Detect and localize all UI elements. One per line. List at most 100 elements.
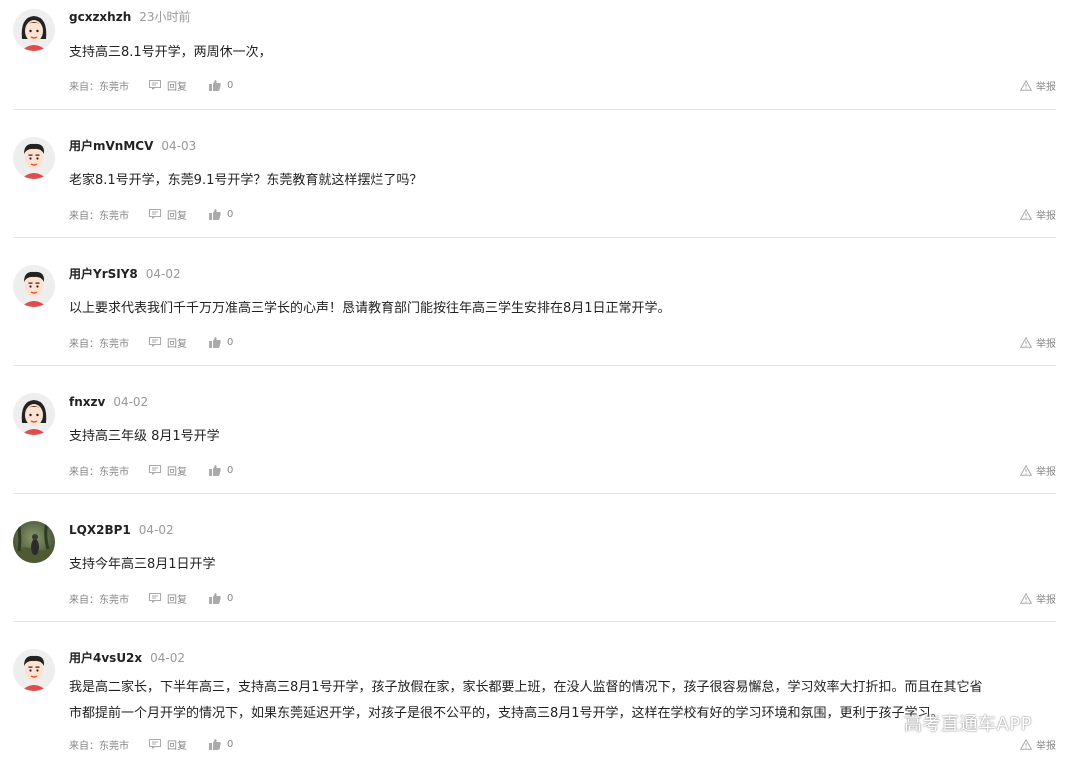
warning-icon bbox=[1020, 738, 1032, 750]
reply-button[interactable]: 回复 bbox=[149, 207, 187, 222]
comment-line: 以上要求代表我们千千万万准高三学长的心声！恳请教育部门能按往年高三学生安排在8月… bbox=[69, 301, 671, 316]
reply-label: 回复 bbox=[167, 594, 187, 606]
like-count: 0 bbox=[227, 208, 234, 220]
username[interactable]: fnxzv bbox=[69, 395, 105, 409]
comment-item: gcxzxhzh 23小时前 支持高三8.1号开学，两周休一次， 来自：东莞市 回… bbox=[13, 0, 1056, 110]
like-button[interactable]: 0 bbox=[209, 464, 234, 476]
comment-item: fnxzv 04-02 支持高三年级 8月1号开学 来自：东莞市 回复 0 举报 bbox=[13, 366, 1056, 494]
location-text: 来自：东莞市 bbox=[69, 81, 129, 93]
comment-text: 支持今年高三8月1日开学 bbox=[69, 552, 1059, 578]
reply-button[interactable]: 回复 bbox=[149, 335, 187, 350]
male-avatar-icon[interactable] bbox=[13, 649, 55, 691]
male-avatar-icon[interactable] bbox=[13, 265, 55, 307]
thumbs-up-icon bbox=[209, 79, 221, 91]
location-text: 来自：东莞市 bbox=[69, 740, 129, 752]
report-button[interactable]: 举报 bbox=[1020, 737, 1056, 752]
warning-icon bbox=[1020, 464, 1032, 476]
comment-header: gcxzxhzh 23小时前 bbox=[69, 9, 191, 25]
like-button[interactable]: 0 bbox=[209, 208, 234, 220]
female-avatar-icon[interactable] bbox=[13, 9, 55, 51]
comment-list: gcxzxhzh 23小时前 支持高三8.1号开学，两周休一次， 来自：东莞市 回… bbox=[0, 0, 1080, 764]
female-avatar-icon[interactable] bbox=[13, 393, 55, 435]
location-text: 来自：东莞市 bbox=[69, 466, 129, 478]
comment-time: 04-02 bbox=[145, 267, 181, 281]
reply-label: 回复 bbox=[167, 466, 187, 478]
comment-meta: 来自：东莞市 回复 0 bbox=[69, 335, 255, 350]
report-button[interactable]: 举报 bbox=[1020, 335, 1056, 350]
comment-text: 支持高三8.1号开学，两周休一次， bbox=[69, 40, 1059, 66]
comment-line: 支持高三年级 8月1号开学 bbox=[69, 429, 220, 444]
like-button[interactable]: 0 bbox=[209, 592, 233, 604]
report-button[interactable]: 举报 bbox=[1020, 463, 1056, 478]
like-count: 0 bbox=[227, 464, 234, 476]
thumbs-up-icon bbox=[209, 464, 221, 476]
report-button[interactable]: 举报 bbox=[1020, 591, 1056, 606]
reply-button[interactable]: 回复 bbox=[149, 463, 187, 478]
reply-label: 回复 bbox=[167, 338, 187, 350]
reply-icon bbox=[149, 593, 161, 603]
comment-text: 支持高三年级 8月1号开学 bbox=[69, 424, 1059, 450]
username[interactable]: 用户mVnMCV bbox=[69, 139, 153, 153]
username[interactable]: 用户YrSIY8 bbox=[69, 267, 138, 281]
warning-icon bbox=[1020, 208, 1032, 220]
location-text: 来自：东莞市 bbox=[69, 594, 129, 606]
comment-header: LQX2BP1 04-02 bbox=[69, 522, 174, 538]
username[interactable]: 用户4vsU2x bbox=[69, 651, 142, 665]
comment-line: 我是高二家长，下半年高三，支持高三8月1号开学，孩子放假在家，家长都要上班，在没… bbox=[69, 680, 983, 695]
comment-line: 老家8.1号开学，东莞9.1号开学？东莞教育就这样摆烂了吗？ bbox=[69, 173, 423, 188]
comment-time: 04-02 bbox=[113, 395, 149, 409]
report-label: 举报 bbox=[1036, 740, 1056, 752]
thumbs-up-icon bbox=[209, 208, 221, 220]
comment-meta: 来自：东莞市 回复 0 bbox=[69, 463, 255, 478]
watermark-text: 高考直通车APP bbox=[904, 714, 1033, 735]
reply-icon bbox=[149, 465, 161, 475]
warning-icon bbox=[1020, 592, 1032, 604]
report-button[interactable]: 举报 bbox=[1020, 78, 1056, 93]
comment-meta: 来自：东莞市 回复 0 bbox=[69, 207, 255, 222]
thumbs-up-icon bbox=[209, 592, 221, 604]
comment-item: LQX2BP1 04-02 支持今年高三8月1日开学 来自：东莞市 回复 0 举报 bbox=[13, 494, 1056, 622]
like-count: 0 bbox=[227, 79, 234, 91]
like-count: 0 bbox=[227, 738, 234, 750]
like-button[interactable]: 0 bbox=[209, 336, 233, 348]
thumbs-up-icon bbox=[209, 738, 221, 750]
comment-line: 支持今年高三8月1日开学 bbox=[69, 557, 216, 572]
like-button[interactable]: 0 bbox=[209, 738, 234, 750]
reply-label: 回复 bbox=[167, 210, 187, 222]
thumbs-up-icon bbox=[209, 336, 221, 348]
male-avatar-icon[interactable] bbox=[13, 137, 55, 179]
report-button[interactable]: 举报 bbox=[1020, 207, 1056, 222]
comment-header: 用户mVnMCV 04-03 bbox=[69, 138, 196, 154]
comment-header: fnxzv 04-02 bbox=[69, 394, 148, 410]
comment-item: 用户mVnMCV 04-03 老家8.1号开学，东莞9.1号开学？东莞教育就这样摆… bbox=[13, 110, 1056, 238]
comment-time: 04-02 bbox=[150, 651, 186, 665]
reply-button[interactable]: 回复 bbox=[149, 78, 187, 93]
reply-label: 回复 bbox=[167, 81, 187, 93]
warning-icon bbox=[1020, 79, 1032, 91]
reply-button[interactable]: 回复 bbox=[149, 737, 187, 752]
comment-text: 以上要求代表我们千千万万准高三学长的心声！恳请教育部门能按往年高三学生安排在8月… bbox=[69, 296, 1059, 322]
username[interactable]: LQX2BP1 bbox=[69, 523, 131, 537]
comment-header: 用户YrSIY8 04-02 bbox=[69, 266, 181, 282]
comment-time: 23小时前 bbox=[139, 10, 191, 24]
warning-icon bbox=[1020, 336, 1032, 348]
reply-icon bbox=[149, 209, 161, 219]
comment-meta: 来自：东莞市 回复 0 bbox=[69, 591, 255, 606]
reply-icon bbox=[149, 739, 161, 749]
comment-header: 用户4vsU2x 04-02 bbox=[69, 650, 185, 666]
username[interactable]: gcxzxhzh bbox=[69, 10, 131, 24]
report-label: 举报 bbox=[1036, 594, 1056, 606]
reply-button[interactable]: 回复 bbox=[149, 591, 187, 606]
reply-icon bbox=[149, 80, 161, 90]
comment-item: 用户YrSIY8 04-02 以上要求代表我们千千万万准高三学长的心声！恳请教育部… bbox=[13, 238, 1056, 366]
location-text: 来自：东莞市 bbox=[69, 338, 129, 350]
report-label: 举报 bbox=[1036, 210, 1056, 222]
report-label: 举报 bbox=[1036, 466, 1056, 478]
comment-time: 04-02 bbox=[138, 523, 174, 537]
comment-text: 老家8.1号开学，东莞9.1号开学？东莞教育就这样摆烂了吗？ bbox=[69, 168, 1059, 194]
reply-icon bbox=[149, 337, 161, 347]
report-label: 举报 bbox=[1036, 338, 1056, 350]
comment-time: 04-03 bbox=[161, 139, 197, 153]
like-button[interactable]: 0 bbox=[209, 79, 234, 91]
photo-avatar-icon[interactable] bbox=[13, 521, 55, 563]
